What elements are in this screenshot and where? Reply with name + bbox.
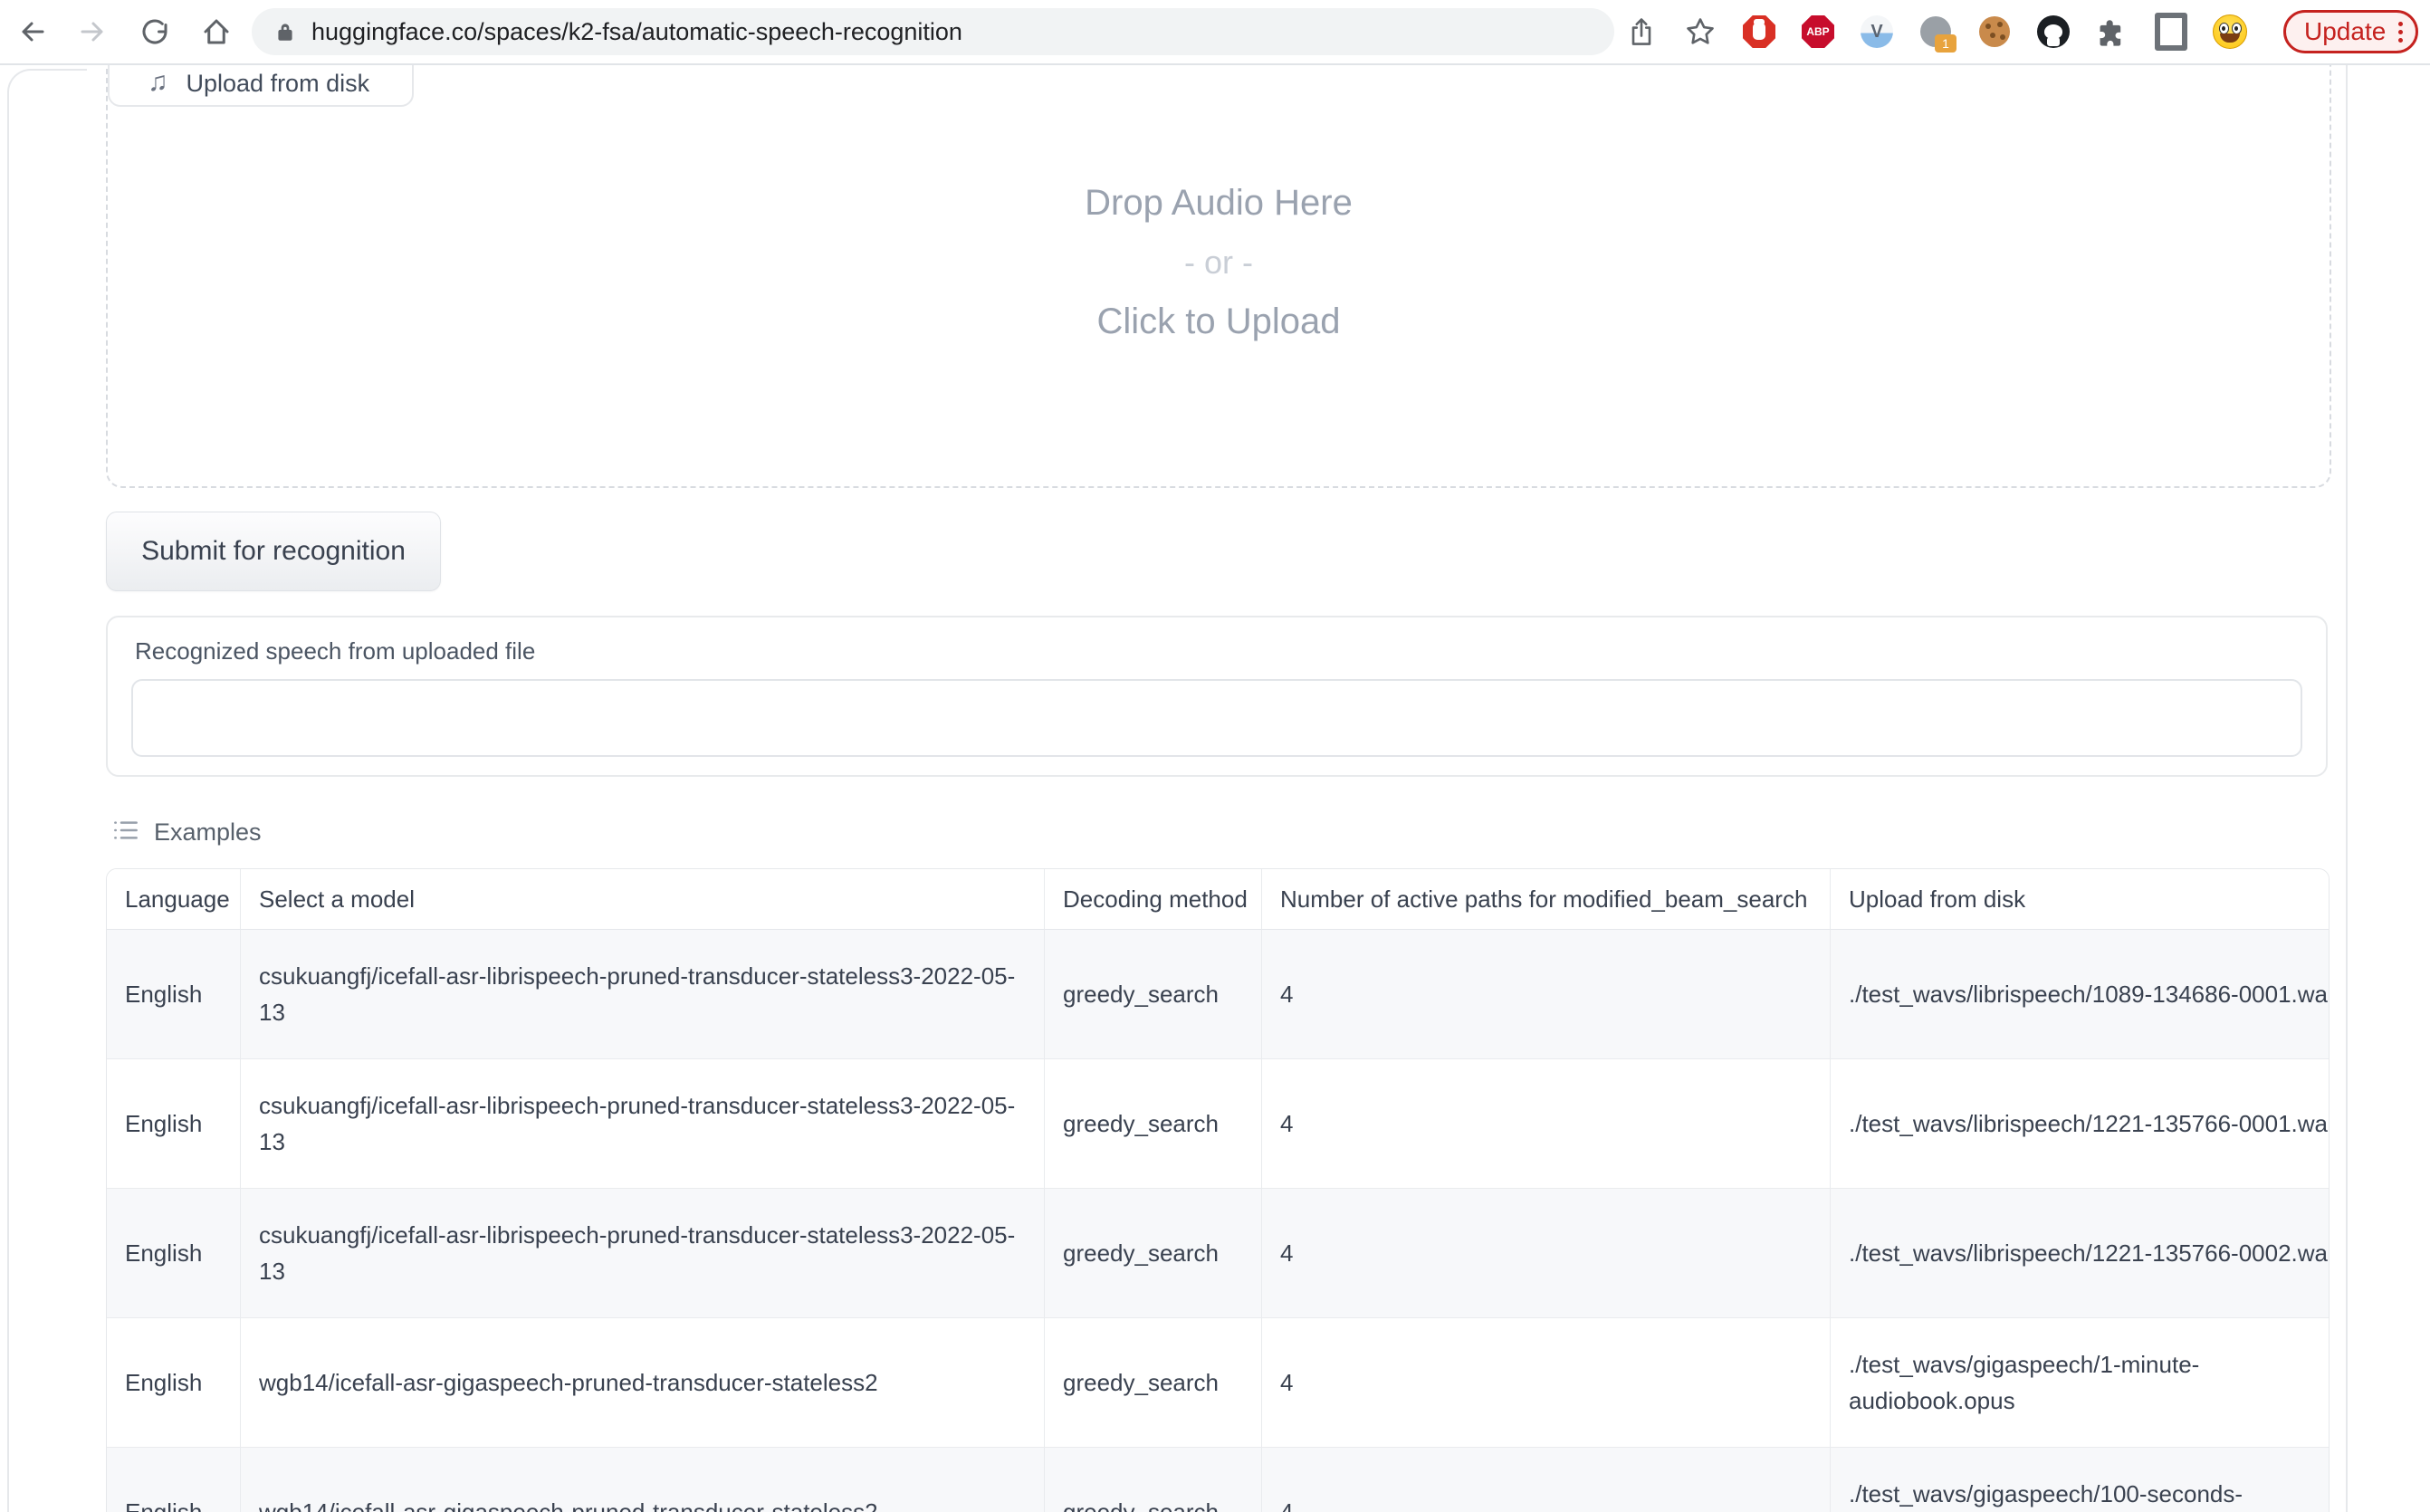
back-icon[interactable] [14,14,49,49]
examples-table: LanguageSelect a modelDecoding methodNum… [106,868,2330,1512]
space-container-left-edge [7,69,87,1512]
table-cell: greedy_search [1045,1188,1262,1317]
bookmark-star-icon[interactable] [1683,14,1717,49]
table-cell: csukuangfj/icefall-asr-librispeech-prune… [241,930,1045,1058]
table-cell: ./test_wavs/librispeech/1089-134686-0001… [1831,930,2330,1058]
table-cell: English [107,1188,241,1317]
submit-button-label: Submit for recognition [141,536,406,567]
table-row[interactable]: Englishcsukuangfj/icefall-asr-librispeec… [107,1058,2330,1188]
table-cell: csukuangfj/icefall-asr-librispeech-prune… [241,1188,1045,1317]
dropzone-line1: Drop Audio Here [1085,183,1353,224]
emoji-extension-icon[interactable] [2213,14,2247,49]
github-icon[interactable] [2036,14,2071,49]
submit-for-recognition-button[interactable]: Submit for recognition [106,512,441,591]
table-cell: 4 [1262,1317,1831,1447]
table-cell: 4 [1262,930,1831,1058]
share-icon[interactable] [1624,14,1659,49]
recognized-speech-textbox[interactable] [131,679,2302,757]
recognized-speech-label: Recognized speech from uploaded file [135,637,535,665]
table-cell: greedy_search [1045,1317,1262,1447]
examples-list-icon [112,817,139,848]
extension-badge: 1 [1935,34,1956,53]
browser-window: huggingface.co/spaces/k2-fsa/automatic-s… [0,0,2430,1512]
reload-icon[interactable] [138,14,172,49]
table-cell: 4 [1262,1447,1831,1512]
sidebar-toggle-icon[interactable] [2154,14,2188,49]
table-cell: 4 [1262,1188,1831,1317]
table-cell: English [107,1447,241,1512]
recognized-speech-panel: Recognized speech from uploaded file [106,616,2328,777]
examples-label: Examples [154,818,262,847]
extensions-puzzle-icon[interactable] [2095,14,2129,49]
dropzone-line2: - or - [1184,244,1253,282]
tab-label: Upload from disk [187,72,370,96]
table-row[interactable]: Englishwgb14/icefall-asr-gigaspeech-prun… [107,1447,2330,1512]
table-cell: csukuangfj/icefall-asr-librispeech-prune… [241,1058,1045,1188]
table-cell: ./test_wavs/gigaspeech/1-minute-audioboo… [1831,1317,2330,1447]
url-text[interactable]: huggingface.co/spaces/k2-fsa/automatic-s… [311,18,962,46]
table-cell: English [107,1317,241,1447]
examples-table-header: LanguageSelect a modelDecoding methodNum… [107,869,2330,930]
lock-icon [273,20,297,43]
browser-menu-icon[interactable] [2398,22,2403,43]
v-extension-icon[interactable]: V [1860,14,1894,49]
table-cell: wgb14/icefall-asr-gigaspeech-pruned-tran… [241,1317,1045,1447]
table-row[interactable]: Englishcsukuangfj/icefall-asr-librispeec… [107,930,2330,1058]
table-cell: greedy_search [1045,1447,1262,1512]
page-content: Drop Audio Here - or - Click to Upload ♫… [0,63,2430,1512]
table-row[interactable]: Englishwgb14/icefall-asr-gigaspeech-prun… [107,1317,2330,1447]
column-header: Number of active paths for modified_beam… [1262,869,1831,930]
table-cell: English [107,930,241,1058]
table-cell: ./test_wavs/librispeech/1221-135766-0002… [1831,1188,2330,1317]
cookie-icon[interactable] [1977,14,2012,49]
home-icon[interactable] [199,14,234,49]
adblock-stop-hand-icon[interactable] [1742,14,1776,49]
browser-toolbar: huggingface.co/spaces/k2-fsa/automatic-s… [0,0,2430,65]
examples-header: Examples [112,817,262,848]
table-cell: ./test_wavs/librispeech/1221-135766-0001… [1831,1058,2330,1188]
forward-icon [76,14,110,49]
table-cell: 4 [1262,1058,1831,1188]
dropzone-line3: Click to Upload [1096,301,1340,342]
table-cell: greedy_search [1045,930,1262,1058]
column-header: Select a model [241,869,1045,930]
update-button[interactable]: Update [2283,10,2418,53]
table-row[interactable]: Englishcsukuangfj/icefall-asr-librispeec… [107,1188,2330,1317]
recognized-speech-textarea[interactable] [133,681,2301,755]
url-bar[interactable]: huggingface.co/spaces/k2-fsa/automatic-s… [252,8,1614,55]
notification-extension-icon[interactable]: 1 [1918,14,1953,49]
table-cell: ./test_wavs/gigaspeech/100-seconds-podca… [1831,1447,2330,1512]
column-header: Upload from disk [1831,869,2330,930]
table-cell: wgb14/icefall-asr-gigaspeech-pruned-tran… [241,1447,1045,1512]
table-cell: English [107,1058,241,1188]
column-header: Decoding method [1045,869,1262,930]
table-cell: greedy_search [1045,1058,1262,1188]
music-note-icon: ♫ [148,69,168,96]
audio-dropzone[interactable]: Drop Audio Here - or - Click to Upload [106,36,2331,488]
abp-icon[interactable]: ABP [1801,14,1835,49]
column-header: Language [107,869,241,930]
space-container-right-edge [2346,63,2348,1512]
